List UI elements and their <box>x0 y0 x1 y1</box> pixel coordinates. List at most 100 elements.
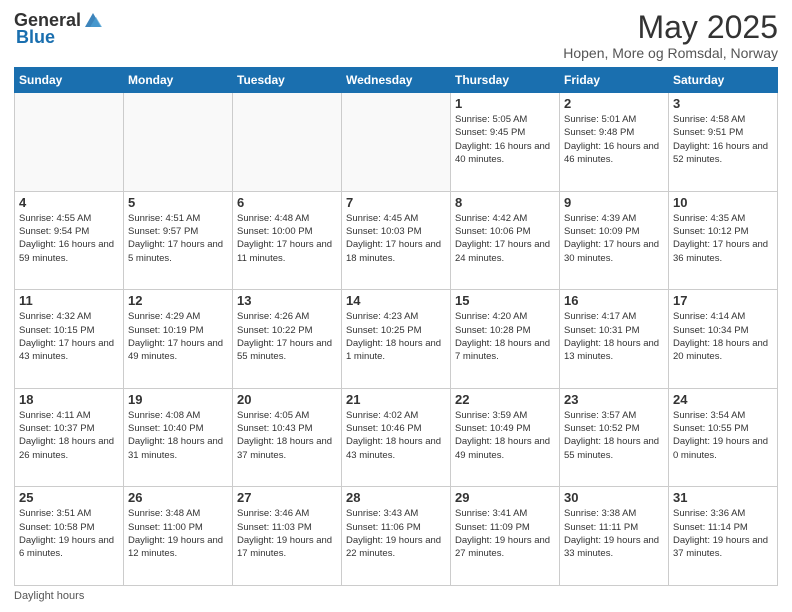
day-info-3-1: Sunrise: 4:08 AM Sunset: 10:40 PM Daylig… <box>128 409 228 462</box>
calendar-cell-0-0 <box>15 93 124 192</box>
logo: General Blue <box>14 10 104 48</box>
footer-note: Daylight hours <box>14 590 778 602</box>
day-number-2-6: 17 <box>673 293 773 308</box>
calendar-cell-2-3: 14Sunrise: 4:23 AM Sunset: 10:25 PM Dayl… <box>342 290 451 389</box>
day-info-1-0: Sunrise: 4:55 AM Sunset: 9:54 PM Dayligh… <box>19 212 119 265</box>
calendar-cell-3-5: 23 Sunrise: 3:57 AM Sunset: 10:52 PM Dayl… <box>560 388 669 487</box>
day-info-2-6: Sunrise: 4:14 AM Sunset: 10:34 PM Daylig… <box>673 310 773 363</box>
day-number-3-0: 18 <box>19 392 119 407</box>
day-number-2-0: 11 <box>19 293 119 308</box>
page-subtitle: Hopen, More og Romsdal, Norway <box>563 45 778 61</box>
calendar-cell-2-2: 13 Sunrise: 4:26 AM Sunset: 10:22 PM Dayl… <box>233 290 342 389</box>
calendar-cell-1-6: 10Sunrise: 4:35 AM Sunset: 10:12 PM Dayl… <box>669 191 778 290</box>
week-row-0: 1 Sunrise: 5:05 AM Sunset: 9:45 PM Daylig… <box>15 93 778 192</box>
calendar-cell-0-2 <box>233 93 342 192</box>
day-number-4-0: 25 <box>19 490 119 505</box>
day-info-2-5: Sunrise: 4:17 AM Sunset: 10:31 PM Daylig… <box>564 310 664 363</box>
day-info-2-1: Sunrise: 4:29 AM Sunset: 10:19 PM Daylig… <box>128 310 228 363</box>
day-info-1-3: Sunrise: 4:45 AM Sunset: 10:03 PM Daylig… <box>346 212 446 265</box>
calendar-cell-4-3: 28 Sunrise: 3:43 AM Sunset: 11:06 PM Dayl… <box>342 487 451 586</box>
day-number-2-3: 14 <box>346 293 446 308</box>
calendar-cell-0-1 <box>124 93 233 192</box>
calendar-cell-2-5: 16 Sunrise: 4:17 AM Sunset: 10:31 PM Dayl… <box>560 290 669 389</box>
col-saturday: Saturday <box>669 68 778 93</box>
day-number-1-6: 10 <box>673 195 773 210</box>
day-number-3-6: 24 <box>673 392 773 407</box>
header: General Blue May 2025 Hopen, More og Rom… <box>14 10 778 61</box>
day-info-4-6: Sunrise: 3:36 AM Sunset: 11:14 PM Daylig… <box>673 507 773 560</box>
calendar-cell-4-1: 26 Sunrise: 3:48 AM Sunset: 11:00 PM Dayl… <box>124 487 233 586</box>
day-info-3-4: Sunrise: 3:59 AM Sunset: 10:49 PM Daylig… <box>455 409 555 462</box>
day-number-2-1: 12 <box>128 293 228 308</box>
day-number-4-2: 27 <box>237 490 337 505</box>
calendar-cell-1-5: 9Sunrise: 4:39 AM Sunset: 10:09 PM Dayli… <box>560 191 669 290</box>
day-number-1-0: 4 <box>19 195 119 210</box>
calendar-cell-0-3 <box>342 93 451 192</box>
day-info-4-2: Sunrise: 3:46 AM Sunset: 11:03 PM Daylig… <box>237 507 337 560</box>
day-info-0-5: Sunrise: 5:01 AM Sunset: 9:48 PM Dayligh… <box>564 113 664 166</box>
day-info-0-4: Sunrise: 5:05 AM Sunset: 9:45 PM Dayligh… <box>455 113 555 166</box>
logo-blue-text: Blue <box>16 27 55 48</box>
day-number-3-4: 22 <box>455 392 555 407</box>
day-info-4-4: Sunrise: 3:41 AM Sunset: 11:09 PM Daylig… <box>455 507 555 560</box>
calendar-cell-2-6: 17 Sunrise: 4:14 AM Sunset: 10:34 PM Dayl… <box>669 290 778 389</box>
day-number-3-5: 23 <box>564 392 664 407</box>
day-number-2-2: 13 <box>237 293 337 308</box>
day-info-4-3: Sunrise: 3:43 AM Sunset: 11:06 PM Daylig… <box>346 507 446 560</box>
day-number-4-6: 31 <box>673 490 773 505</box>
day-info-2-4: Sunrise: 4:20 AM Sunset: 10:28 PM Daylig… <box>455 310 555 363</box>
calendar-cell-3-6: 24 Sunrise: 3:54 AM Sunset: 10:55 PM Dayl… <box>669 388 778 487</box>
day-info-2-2: Sunrise: 4:26 AM Sunset: 10:22 PM Daylig… <box>237 310 337 363</box>
page: General Blue May 2025 Hopen, More og Rom… <box>0 0 792 612</box>
col-wednesday: Wednesday <box>342 68 451 93</box>
day-number-4-1: 26 <box>128 490 228 505</box>
day-number-1-1: 5 <box>128 195 228 210</box>
calendar-cell-0-4: 1 Sunrise: 5:05 AM Sunset: 9:45 PM Daylig… <box>451 93 560 192</box>
day-info-1-5: Sunrise: 4:39 AM Sunset: 10:09 PM Daylig… <box>564 212 664 265</box>
calendar-cell-1-1: 5 Sunrise: 4:51 AM Sunset: 9:57 PM Daylig… <box>124 191 233 290</box>
calendar-cell-3-4: 22 Sunrise: 3:59 AM Sunset: 10:49 PM Dayl… <box>451 388 560 487</box>
day-number-1-2: 6 <box>237 195 337 210</box>
calendar-cell-0-5: 2Sunrise: 5:01 AM Sunset: 9:48 PM Daylig… <box>560 93 669 192</box>
day-info-3-6: Sunrise: 3:54 AM Sunset: 10:55 PM Daylig… <box>673 409 773 462</box>
day-number-0-6: 3 <box>673 96 773 111</box>
col-friday: Friday <box>560 68 669 93</box>
calendar-cell-2-0: 11 Sunrise: 4:32 AM Sunset: 10:15 PM Dayl… <box>15 290 124 389</box>
day-info-3-2: Sunrise: 4:05 AM Sunset: 10:43 PM Daylig… <box>237 409 337 462</box>
calendar-cell-1-2: 6 Sunrise: 4:48 AM Sunset: 10:00 PM Dayli… <box>233 191 342 290</box>
calendar-cell-1-3: 7Sunrise: 4:45 AM Sunset: 10:03 PM Dayli… <box>342 191 451 290</box>
title-section: May 2025 Hopen, More og Romsdal, Norway <box>563 10 778 61</box>
calendar-cell-4-0: 25Sunrise: 3:51 AM Sunset: 10:58 PM Dayl… <box>15 487 124 586</box>
day-number-4-3: 28 <box>346 490 446 505</box>
day-info-3-5: Sunrise: 3:57 AM Sunset: 10:52 PM Daylig… <box>564 409 664 462</box>
week-row-4: 25Sunrise: 3:51 AM Sunset: 10:58 PM Dayl… <box>15 487 778 586</box>
calendar-cell-2-1: 12 Sunrise: 4:29 AM Sunset: 10:19 PM Dayl… <box>124 290 233 389</box>
logo-icon <box>82 9 104 31</box>
calendar-cell-3-0: 18 Sunrise: 4:11 AM Sunset: 10:37 PM Dayl… <box>15 388 124 487</box>
day-number-2-5: 16 <box>564 293 664 308</box>
day-info-1-4: Sunrise: 4:42 AM Sunset: 10:06 PM Daylig… <box>455 212 555 265</box>
day-number-3-2: 20 <box>237 392 337 407</box>
day-number-4-4: 29 <box>455 490 555 505</box>
calendar-cell-3-1: 19 Sunrise: 4:08 AM Sunset: 10:40 PM Dayl… <box>124 388 233 487</box>
day-info-3-0: Sunrise: 4:11 AM Sunset: 10:37 PM Daylig… <box>19 409 119 462</box>
calendar-table: Sunday Monday Tuesday Wednesday Thursday… <box>14 67 778 586</box>
day-info-3-3: Sunrise: 4:02 AM Sunset: 10:46 PM Daylig… <box>346 409 446 462</box>
day-info-0-6: Sunrise: 4:58 AM Sunset: 9:51 PM Dayligh… <box>673 113 773 166</box>
day-number-3-1: 19 <box>128 392 228 407</box>
col-thursday: Thursday <box>451 68 560 93</box>
day-info-4-1: Sunrise: 3:48 AM Sunset: 11:00 PM Daylig… <box>128 507 228 560</box>
day-info-1-2: Sunrise: 4:48 AM Sunset: 10:00 PM Daylig… <box>237 212 337 265</box>
day-info-2-0: Sunrise: 4:32 AM Sunset: 10:15 PM Daylig… <box>19 310 119 363</box>
day-number-4-5: 30 <box>564 490 664 505</box>
day-number-2-4: 15 <box>455 293 555 308</box>
day-info-1-1: Sunrise: 4:51 AM Sunset: 9:57 PM Dayligh… <box>128 212 228 265</box>
day-number-1-4: 8 <box>455 195 555 210</box>
day-info-4-5: Sunrise: 3:38 AM Sunset: 11:11 PM Daylig… <box>564 507 664 560</box>
calendar-cell-4-4: 29 Sunrise: 3:41 AM Sunset: 11:09 PM Dayl… <box>451 487 560 586</box>
day-number-3-3: 21 <box>346 392 446 407</box>
calendar-cell-4-5: 30 Sunrise: 3:38 AM Sunset: 11:11 PM Dayl… <box>560 487 669 586</box>
calendar-cell-3-2: 20 Sunrise: 4:05 AM Sunset: 10:43 PM Dayl… <box>233 388 342 487</box>
calendar-cell-2-4: 15 Sunrise: 4:20 AM Sunset: 10:28 PM Dayl… <box>451 290 560 389</box>
day-number-0-4: 1 <box>455 96 555 111</box>
